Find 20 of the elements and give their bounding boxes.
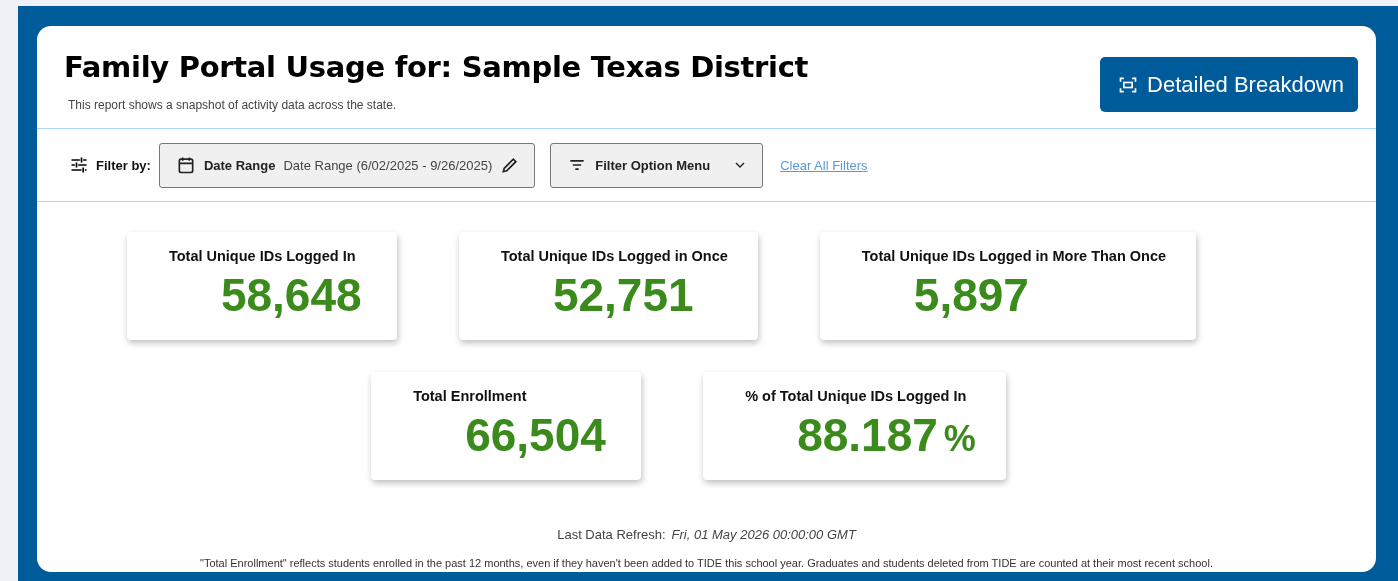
stat-value: 58,648 [219,268,363,322]
stat-title: Total Enrollment [413,388,528,404]
stat-title: Total Unique IDs Logged In [168,248,357,264]
filter-label: Filter by: [96,157,151,173]
page-subtitle: This report shows a snapshot of activity data across the state. [68,98,398,112]
stat-title: Total Unique IDs Logged in More Than Once [861,248,1167,264]
refresh-time: Fri, 01 May 2026 00:00:00 GMT [671,527,856,542]
stat-title: % of Total Unique IDs Logged In [745,388,968,404]
stat-value: 66,504 [464,408,607,462]
stat-value: 88.187% [796,408,976,462]
detailed-breakdown-button[interactable]: Detailed Breakdown [1100,57,1358,112]
page-title: Family Portal Usage for: Sample Texas District [64,50,809,84]
sliders-icon [69,155,89,175]
filter-option-menu-button[interactable]: Filter Option Menu [550,142,764,188]
footnote: "Total Enrollment" reflects students enrolled in the past 12 months, even if they haven't been added to TIDE this school year. Graduates and students deleted from TIDE are counted at their most recent school. [199,557,1214,569]
stat-title: Total Unique IDs Logged in Once [500,248,728,264]
stat-value: 52,751 [551,268,695,322]
refresh-label: Last Data Refresh: [557,527,666,542]
date-range-button[interactable]: Date Range Date Range (6/02/2025 - 9/26/2025) [158,142,536,188]
stat-value: 5,897 [912,268,1030,322]
